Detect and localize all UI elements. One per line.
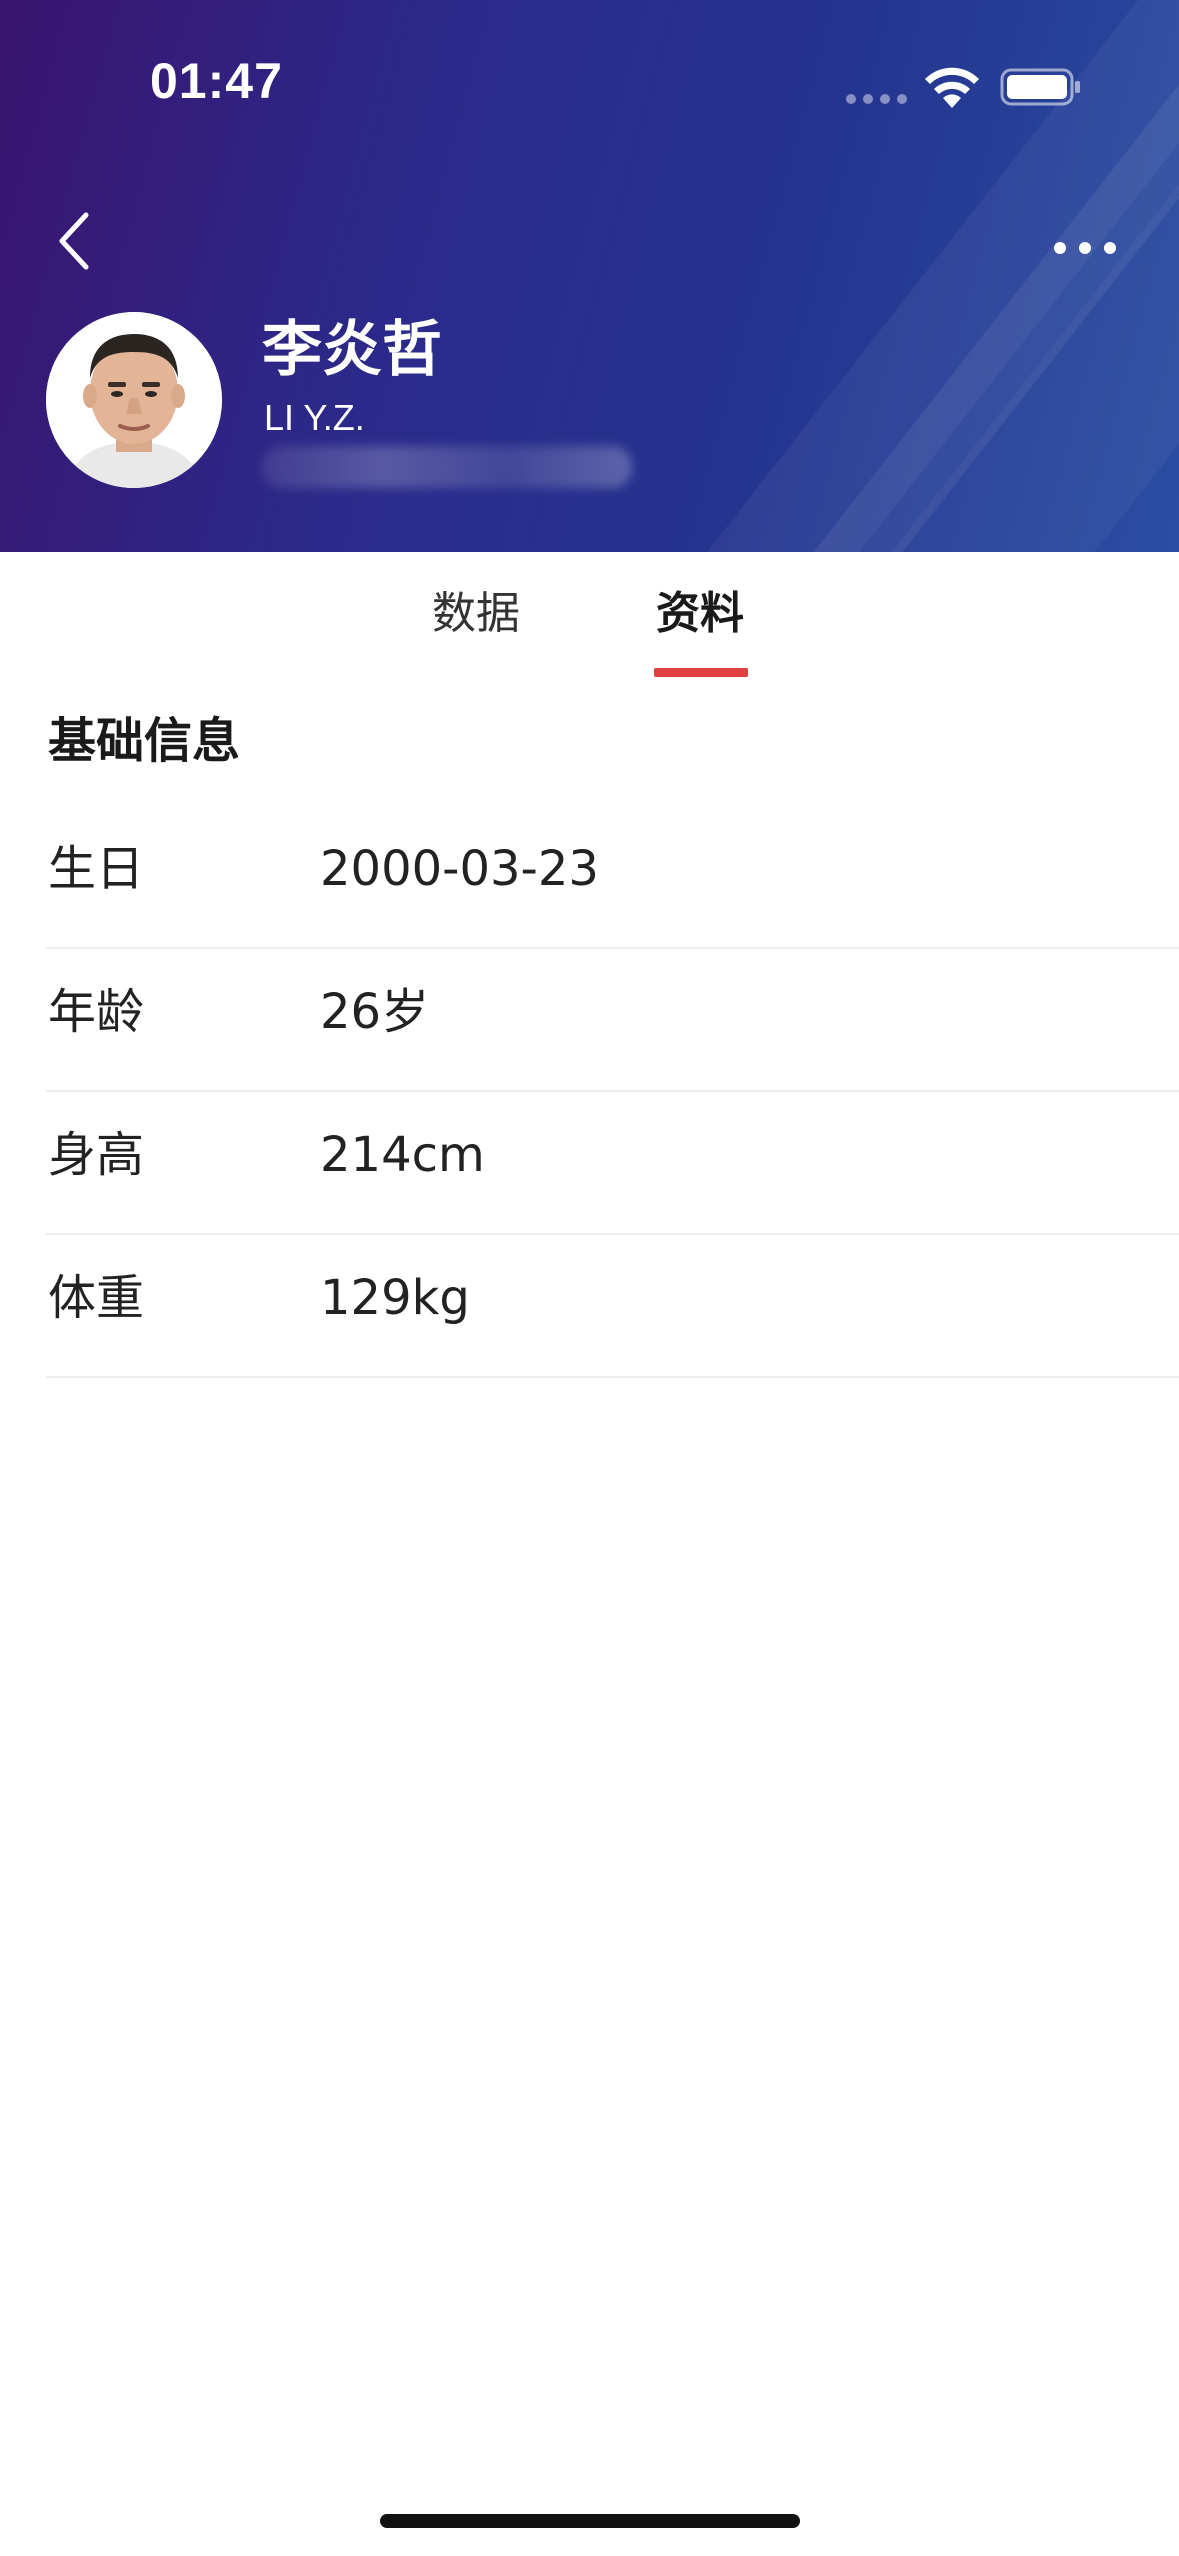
more-dots-icon	[1054, 242, 1066, 254]
info-row-weight: 体重 129kg	[46, 1235, 1179, 1378]
info-row-birthday: 生日 2000-03-23	[46, 806, 1179, 949]
info-value: 26岁	[320, 984, 430, 1040]
more-options-button[interactable]	[1040, 222, 1130, 274]
info-row-height: 身高 214cm	[46, 1092, 1179, 1235]
home-indicator[interactable]	[380, 2514, 800, 2528]
info-value: 214cm	[320, 1127, 485, 1183]
wifi-icon	[925, 67, 979, 108]
player-header: 01:47 李炎哲 LI Y.Z.	[0, 0, 1179, 552]
info-label: 体重	[48, 1270, 145, 1326]
tab-bar: 数据 资料	[0, 552, 1179, 680]
info-label: 身高	[48, 1127, 145, 1183]
info-value: 129kg	[320, 1270, 470, 1326]
info-row-age: 年龄 26岁	[46, 949, 1179, 1092]
info-value: 2000-03-23	[320, 841, 599, 897]
tab-profile[interactable]: 资料	[656, 584, 744, 644]
player-avatar	[46, 312, 222, 488]
player-name-english: LI Y.Z.	[264, 397, 365, 438]
player-name: 李炎哲	[262, 315, 442, 385]
info-label: 年龄	[48, 984, 145, 1040]
tab-stats[interactable]: 数据	[432, 584, 520, 644]
section-title-basic-info: 基础信息	[48, 713, 241, 769]
info-label: 生日	[48, 841, 145, 897]
back-button[interactable]	[44, 206, 104, 276]
blurred-team-info	[262, 446, 632, 488]
basic-info-list: 生日 2000-03-23 年龄 26岁 身高 214cm 体重 129kg	[46, 806, 1179, 1378]
player-photo	[46, 312, 222, 488]
status-bar-time: 01:47	[150, 53, 283, 109]
battery-icon	[1000, 68, 1080, 106]
cellular-signal-icon	[846, 94, 907, 104]
active-tab-indicator	[654, 668, 748, 677]
chevron-left-icon	[59, 212, 89, 270]
